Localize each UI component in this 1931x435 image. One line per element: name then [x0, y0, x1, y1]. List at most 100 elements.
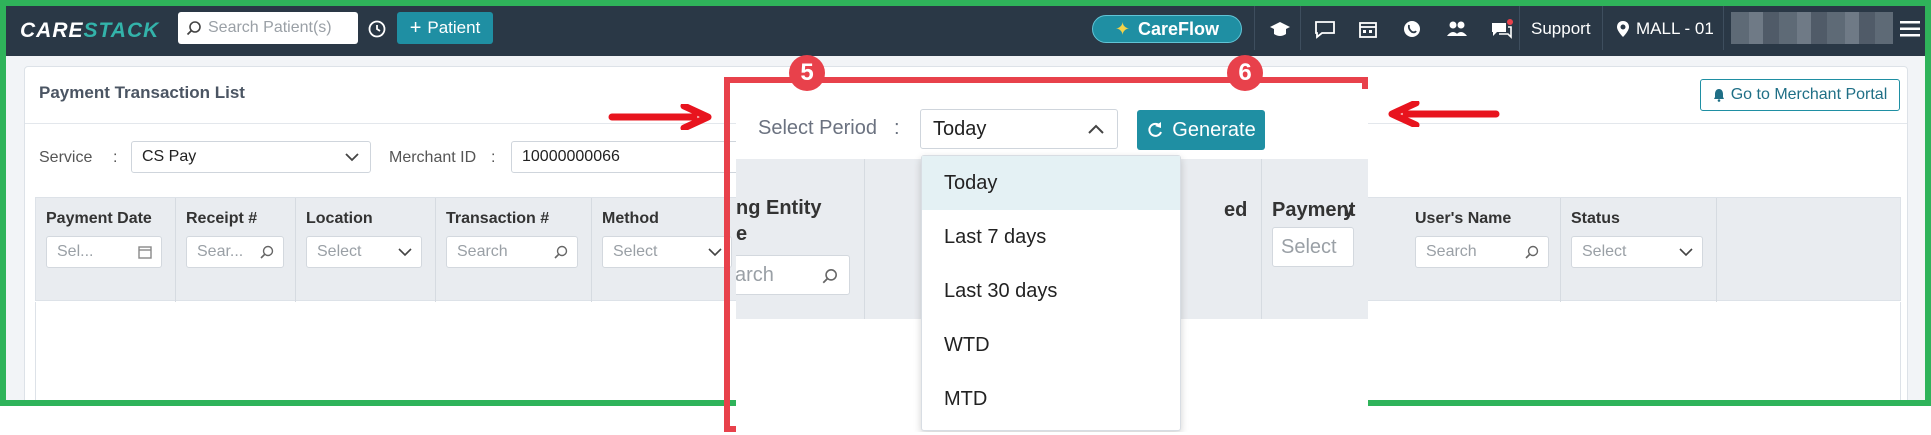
callout-badge-5: 5	[789, 55, 825, 91]
generate-button[interactable]: Generate	[1137, 110, 1265, 150]
refresh-icon	[1148, 122, 1163, 137]
search-icon	[260, 245, 274, 259]
transaction-search-input[interactable]: Search	[446, 236, 578, 268]
chevron-down-icon	[1679, 248, 1693, 257]
selected-period-value: Today	[933, 117, 987, 140]
filter-placeholder: Select	[317, 243, 362, 260]
patient-search-input[interactable]: Search Patient(s)	[178, 12, 358, 44]
peek-column-label: e	[736, 223, 748, 245]
period-option-today[interactable]: Today	[922, 156, 1180, 210]
column-header-label: Status	[1571, 210, 1620, 227]
users-name-search-input[interactable]: Search	[1415, 236, 1549, 268]
location-selector[interactable]: MALL - 01	[1616, 19, 1714, 39]
careflow-button[interactable]: ✦ CareFlow	[1092, 15, 1242, 43]
location-pin-icon	[1617, 21, 1629, 37]
merchant-id-label: Merchant ID	[389, 149, 477, 166]
calendar-icon	[138, 246, 152, 259]
magic-wand-icon: ✦	[1114, 18, 1131, 39]
column-location: Location Select	[296, 198, 436, 302]
payment-filter-select[interactable]: Select	[1272, 227, 1354, 267]
column-header-label: Receipt #	[186, 210, 258, 227]
add-patient-button[interactable]: + Patient	[397, 12, 493, 44]
generate-label: Generate	[1172, 118, 1256, 141]
filter-placeholder: Select	[1281, 235, 1337, 258]
status-filter-select[interactable]: Select	[1571, 236, 1703, 268]
careflow-label: CareFlow	[1138, 18, 1220, 39]
header-divider	[1300, 6, 1301, 50]
go-to-merchant-portal-button[interactable]: Go to Merchant Portal	[1700, 79, 1900, 111]
bell-icon	[1713, 89, 1724, 102]
chevron-down-icon	[345, 153, 359, 162]
receipt-search-input[interactable]: Sear...	[186, 236, 284, 268]
search-icon	[186, 21, 201, 36]
payment-date-filter[interactable]: Sel...	[46, 236, 162, 268]
select-period-label: Select Period	[758, 117, 877, 139]
filter-placeholder: Sel...	[57, 243, 94, 260]
filter-placeholder: Select	[1582, 243, 1627, 260]
arrow-right-icon	[608, 104, 712, 130]
header-divider	[1254, 6, 1255, 50]
top-navigation-bar: CARESTACK Search Patient(s) + Patient ✦ …	[6, 6, 1925, 56]
carestack-logo[interactable]: CARESTACK	[20, 19, 159, 43]
feedback-chat-icon[interactable]	[1314, 19, 1336, 39]
column-header-label: User's Name	[1415, 210, 1512, 227]
peek-column-label: y	[1343, 199, 1355, 221]
filter-placeholder: Sear...	[197, 243, 244, 260]
column-status: Status Select	[1561, 198, 1717, 302]
logo-text-care: CARE	[20, 19, 84, 42]
user-profile-blurred[interactable]	[1731, 12, 1893, 44]
arrow-left-icon	[1388, 101, 1500, 127]
chevron-up-icon	[1088, 124, 1104, 134]
calendar-icon[interactable]	[1358, 19, 1378, 39]
filter-placeholder: Search	[1426, 243, 1477, 260]
history-icon[interactable]	[367, 19, 387, 39]
plus-icon: +	[409, 16, 422, 39]
header-divider	[1723, 6, 1724, 50]
column-header-label: Location	[306, 210, 373, 227]
method-filter-select[interactable]: Select	[602, 236, 732, 268]
search-icon	[1525, 245, 1539, 259]
support-link[interactable]: Support	[1531, 19, 1591, 39]
column-method: Method Select	[592, 198, 742, 302]
callout-badge-6: 6	[1227, 55, 1263, 91]
messages-icon[interactable]	[1490, 19, 1514, 41]
period-select[interactable]: Today	[920, 109, 1118, 149]
location-label: MALL - 01	[1636, 19, 1714, 38]
search-icon	[822, 269, 837, 284]
column-transaction: Transaction # Search	[436, 198, 592, 302]
column-header-label: Transaction #	[446, 210, 550, 227]
service-value: CS Pay	[142, 148, 197, 165]
filter-placeholder: Select	[613, 243, 658, 260]
period-highlight-box: ng Entity e arch ed Payment y Select Sel…	[724, 77, 1368, 432]
period-option-mtd[interactable]: MTD	[922, 372, 1180, 426]
period-option-last-7-days[interactable]: Last 7 days	[922, 210, 1180, 264]
column-header-label: Method	[602, 210, 659, 227]
column-divider	[1261, 159, 1262, 319]
header-divider	[1602, 6, 1603, 50]
merchant-id-colon: :	[491, 149, 496, 166]
chevron-down-icon	[708, 248, 722, 257]
whatsapp-icon[interactable]	[1402, 19, 1422, 39]
peek-column-label: ng Entity	[736, 197, 822, 219]
filter-placeholder: arch	[736, 263, 774, 286]
logo-text-stack: STACK	[83, 19, 160, 42]
page-title: Payment Transaction List	[39, 83, 245, 102]
select-period-colon: :	[894, 117, 900, 139]
merchant-id-field[interactable]: 10000000066	[511, 141, 741, 173]
period-option-wtd[interactable]: WTD	[922, 318, 1180, 372]
add-patient-label: Patient	[427, 18, 481, 37]
merchant-id-value: 10000000066	[522, 148, 620, 165]
search-icon	[554, 245, 568, 259]
peek-entity-search-input[interactable]: arch	[736, 255, 850, 295]
column-payment-date: Payment Date Sel...	[36, 198, 176, 302]
graduation-cap-icon[interactable]	[1269, 19, 1291, 39]
users-icon[interactable]	[1446, 19, 1468, 39]
service-select[interactable]: CS Pay	[131, 141, 371, 173]
patient-search-placeholder: Search Patient(s)	[208, 19, 332, 36]
peek-column-label: ed	[1224, 199, 1248, 221]
hamburger-menu-icon[interactable]	[1900, 20, 1920, 38]
location-filter-select[interactable]: Select	[306, 236, 422, 268]
period-selection-panel: ng Entity e arch ed Payment y Select Sel…	[736, 89, 1368, 432]
column-receipt: Receipt # Sear...	[176, 198, 296, 302]
period-option-last-30-days[interactable]: Last 30 days	[922, 264, 1180, 318]
